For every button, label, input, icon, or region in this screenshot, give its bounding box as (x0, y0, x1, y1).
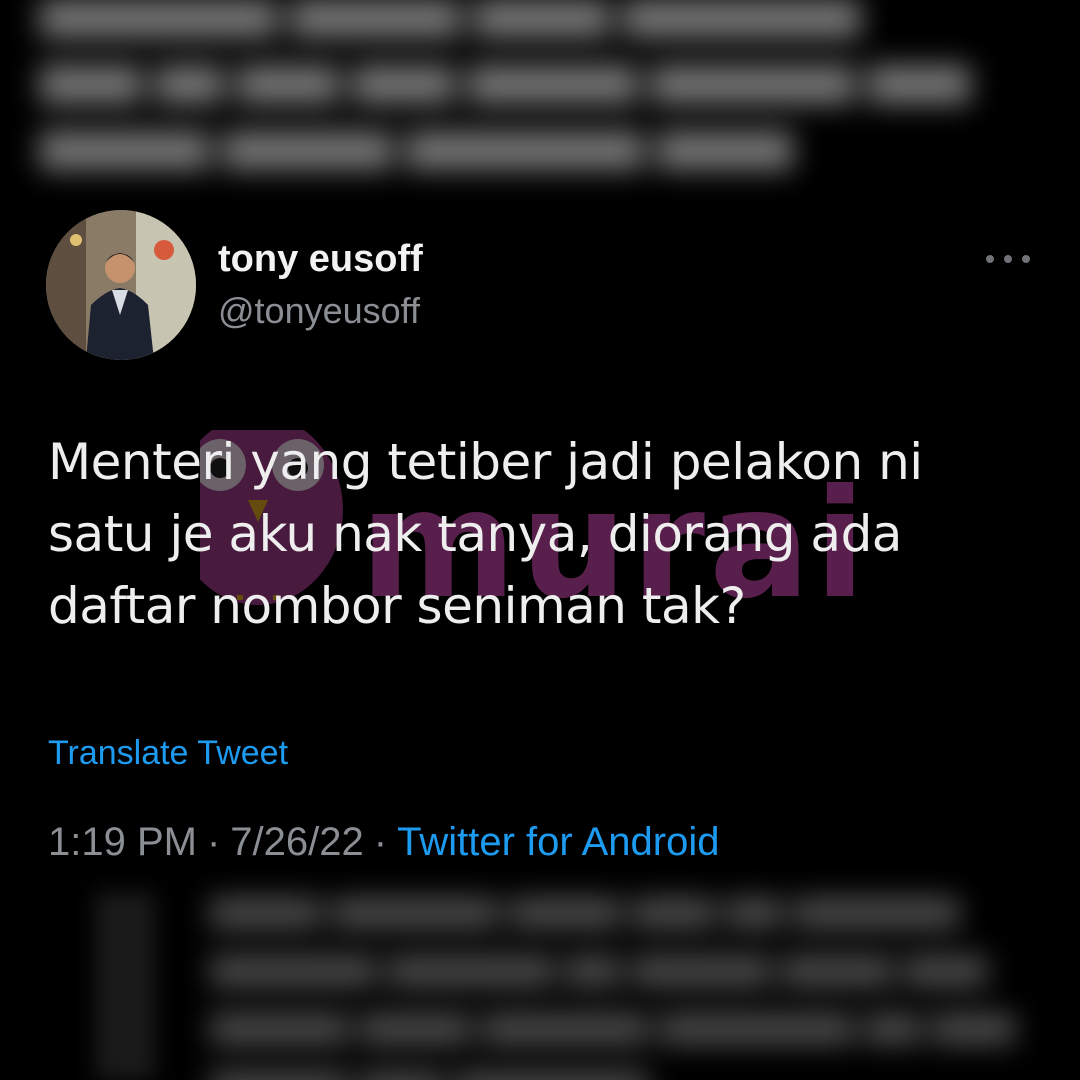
tweet-date[interactable]: 7/26/22 (230, 820, 363, 864)
tweet-time[interactable]: 1:19 PM (48, 820, 197, 864)
screenshot-page: ▆▆▆▆▆▆▆ ▆▆▆▆▆ ▆▆▆▆ ▆▆▆▆▆▆▆ ▆▆▆ ▆▆ ▆▆▆ ▆▆… (0, 0, 1080, 1080)
tweet-text-line: Menteri yang tetiber jadi pelakon ni (48, 433, 923, 491)
blurred-reply-text: ▆▆▆▆ ▆▆▆▆▆▆ ▆▆▆▆ ▆▆▆ ▆▆ ▆▆▆▆▆▆ ▆▆▆▆▆▆ ▆▆… (210, 888, 1015, 1080)
separator: · (206, 820, 221, 864)
blurred-reply-thread-line (95, 892, 155, 1080)
more-options-icon[interactable] (986, 244, 1030, 274)
tweet-metadata: 1:19 PM · 7/26/22 · Twitter for Android (48, 820, 719, 865)
avatar-photo (46, 210, 196, 360)
tweet-text-line: daftar nombor seniman tak? (48, 577, 746, 635)
user-handle[interactable]: @tonyeusoff (218, 290, 420, 332)
avatar[interactable] (46, 210, 196, 360)
translate-tweet-link[interactable]: Translate Tweet (48, 734, 288, 773)
display-name[interactable]: tony eusoff (218, 238, 423, 281)
separator: · (373, 820, 388, 864)
tweet-text-line: satu je aku nak tanya, diorang ada (48, 505, 902, 563)
tweet-source-link[interactable]: Twitter for Android (397, 820, 719, 864)
tweet-text: Menteri yang tetiber jadi pelakon ni sat… (48, 426, 1028, 642)
